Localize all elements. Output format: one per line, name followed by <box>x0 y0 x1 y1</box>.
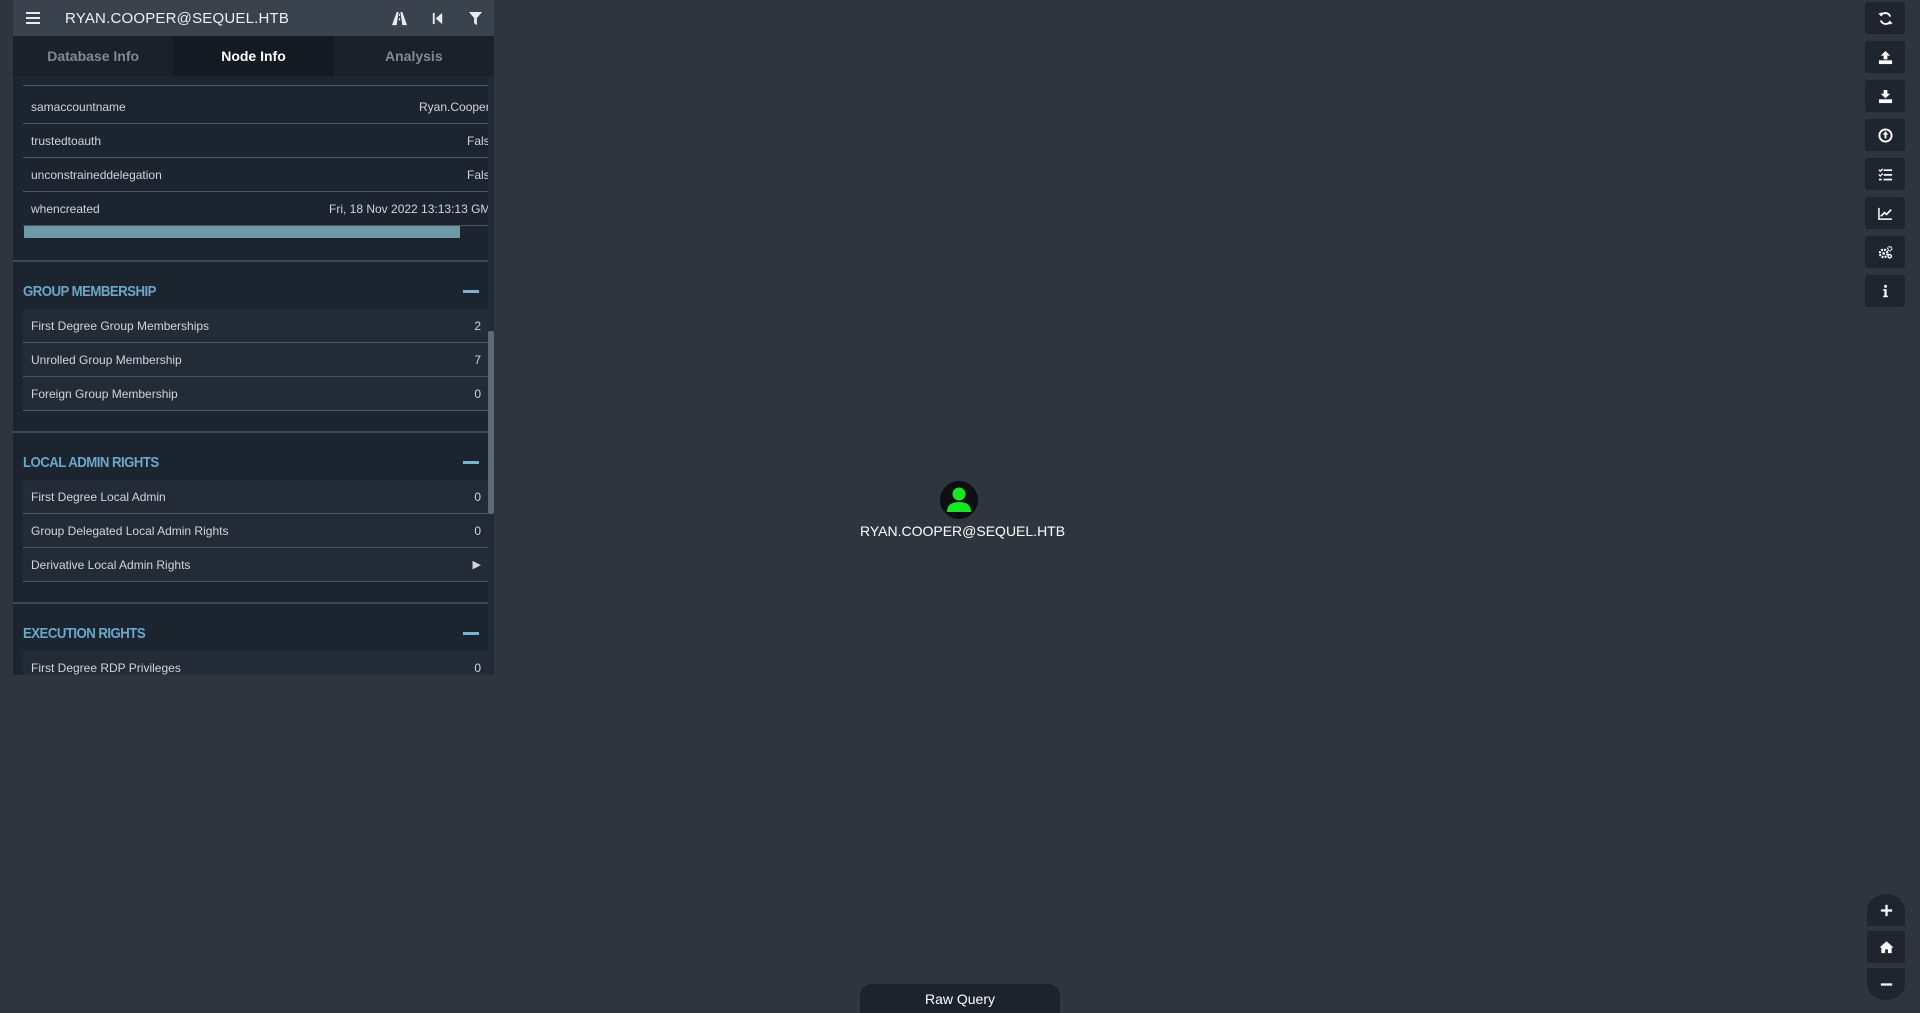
table-row <box>23 76 489 86</box>
list-item[interactable]: Group Delegated Local Admin Rights 0 <box>23 514 489 548</box>
node-info-content[interactable]: samaccountname Ryan.Cooper trustedtoauth… <box>13 76 494 675</box>
list-item[interactable]: Foreign Group Membership 0 <box>23 377 489 411</box>
hamburger-menu-icon <box>26 12 40 24</box>
horizontal-scrollbar[interactable] <box>24 226 460 238</box>
section-title: GROUP MEMBERSHIP <box>23 282 156 300</box>
panel-tabs: Database Info Node Info Analysis <box>13 36 494 76</box>
user-icon-head <box>952 487 966 501</box>
list-item[interactable]: First Degree Local Admin 0 <box>23 480 489 514</box>
row-count: 0 <box>474 660 481 675</box>
export-button[interactable] <box>1865 41 1905 73</box>
row-count: 0 <box>474 523 481 538</box>
list-check-icon <box>1877 167 1892 180</box>
section-header-local-admin-rights: LOCAL ADMIN RIGHTS <box>23 449 489 475</box>
queries-button[interactable] <box>1865 158 1905 190</box>
filter-icon <box>468 11 482 25</box>
property-value: Ryan.Cooper <box>419 99 489 114</box>
filter-button[interactable] <box>456 0 494 36</box>
user-icon-body <box>947 502 971 512</box>
refresh-icon <box>1877 11 1893 25</box>
property-name: samaccountname <box>31 99 126 114</box>
list-item[interactable]: First Degree RDP Privileges 0 <box>23 651 489 675</box>
row-label: First Degree Local Admin <box>31 489 166 504</box>
collapse-button[interactable] <box>463 631 479 635</box>
table-row: samaccountname Ryan.Cooper <box>23 90 489 124</box>
collapse-button[interactable] <box>463 289 479 293</box>
pathfinding-button[interactable] <box>380 0 418 36</box>
divider <box>13 260 489 262</box>
upload-circle-icon <box>1877 127 1893 143</box>
section-header-group-membership: GROUP MEMBERSHIP <box>23 278 489 304</box>
tab-node-info[interactable]: Node Info <box>173 36 334 76</box>
back-button[interactable] <box>418 0 456 36</box>
section-header-execution-rights: EXECUTION RIGHTS <box>23 620 489 646</box>
menu-button[interactable] <box>13 0 53 36</box>
row-count: 7 <box>474 352 481 367</box>
import-button[interactable] <box>1865 80 1905 112</box>
minus-icon <box>1880 982 1892 986</box>
stats-button[interactable] <box>1865 197 1905 229</box>
node-label[interactable]: RYAN.COOPER@SEQUEL.HTB <box>860 523 1065 539</box>
refresh-button[interactable] <box>1865 2 1905 34</box>
upload-data-button[interactable] <box>1865 119 1905 151</box>
plus-icon <box>1880 904 1892 916</box>
zoom-out-button[interactable] <box>1867 968 1905 1000</box>
row-label: First Degree Group Memberships <box>31 318 210 333</box>
search-bar: RYAN.COOPER@SEQUEL.HTB <box>13 0 494 36</box>
section-title: LOCAL ADMIN RIGHTS <box>23 453 159 471</box>
table-row: unconstraineddelegation False <box>23 158 489 192</box>
list-item[interactable]: Derivative Local Admin Rights ▶ <box>23 548 489 582</box>
property-value: False <box>467 133 489 148</box>
property-name: unconstraineddelegation <box>31 167 162 182</box>
step-backward-icon <box>432 12 442 24</box>
scrollbar-thumb[interactable] <box>488 331 494 514</box>
info-icon <box>1882 284 1888 297</box>
search-input[interactable]: RYAN.COOPER@SEQUEL.HTB <box>53 10 380 27</box>
user-icon <box>947 487 971 512</box>
download-icon <box>1878 89 1892 103</box>
section-title: EXECUTION RIGHTS <box>23 624 146 642</box>
chart-icon <box>1877 207 1892 220</box>
tab-database-info[interactable]: Database Info <box>13 36 173 76</box>
divider <box>13 431 489 433</box>
zoom-in-button[interactable] <box>1867 894 1905 926</box>
property-value: Fri, 18 Nov 2022 13:13:13 GMT <box>329 201 489 216</box>
row-count: 0 <box>474 386 481 401</box>
row-label: First Degree RDP Privileges <box>31 660 181 675</box>
row-label: Group Delegated Local Admin Rights <box>31 523 229 538</box>
settings-icon <box>1878 245 1893 259</box>
row-label: Unrolled Group Membership <box>31 352 182 367</box>
reset-view-button[interactable] <box>1867 931 1905 963</box>
upload-icon <box>1878 50 1892 64</box>
settings-button[interactable] <box>1865 236 1905 268</box>
divider <box>13 602 489 604</box>
tab-analysis[interactable]: Analysis <box>334 36 494 76</box>
about-button[interactable] <box>1865 275 1905 307</box>
list-item[interactable]: First Degree Group Memberships 2 <box>23 309 489 343</box>
property-value: False <box>467 167 489 182</box>
home-icon <box>1878 940 1894 953</box>
user-node[interactable] <box>940 481 978 519</box>
table-row: whencreated Fri, 18 Nov 2022 13:13:13 GM… <box>23 192 489 226</box>
road-icon <box>391 11 407 25</box>
list-item[interactable]: Unrolled Group Membership 7 <box>23 343 489 377</box>
property-name: whencreated <box>31 201 100 216</box>
row-label: Derivative Local Admin Rights <box>31 557 191 572</box>
play-arrow-icon[interactable]: ▶ <box>473 558 489 571</box>
row-count: 0 <box>474 489 481 504</box>
node-info-panel: RYAN.COOPER@SEQUEL.HTB Database Info Nod… <box>13 0 494 675</box>
property-name: trustedtoauth <box>31 133 102 148</box>
collapse-button[interactable] <box>463 460 479 464</box>
row-count: 2 <box>474 318 481 333</box>
table-row: trustedtoauth False <box>23 124 489 158</box>
row-label: Foreign Group Membership <box>31 386 178 401</box>
raw-query-button[interactable]: Raw Query <box>860 984 1060 1013</box>
